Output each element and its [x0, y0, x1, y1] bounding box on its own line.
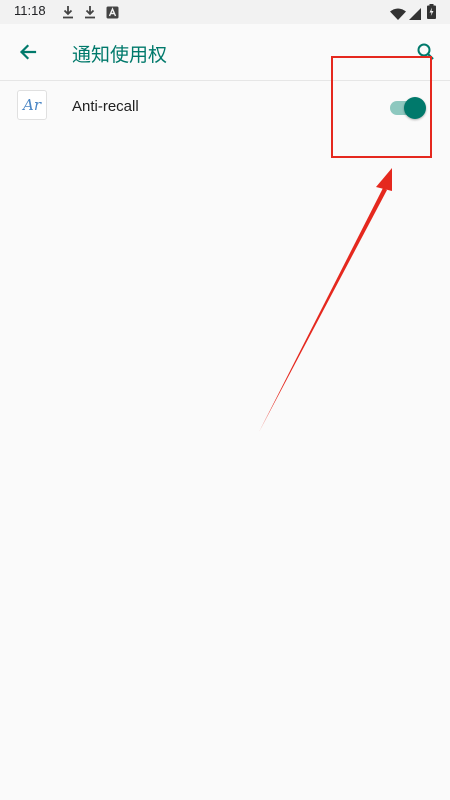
- app-icon-text: Ar: [22, 96, 41, 114]
- download-icon: [62, 4, 74, 23]
- battery-charging-icon: [427, 4, 436, 23]
- status-time: 11:18: [14, 3, 46, 18]
- page-title: 通知使用权: [72, 44, 168, 66]
- app-label: Anti-recall: [72, 98, 139, 115]
- back-button[interactable]: [12, 36, 44, 68]
- wifi-icon: [390, 5, 406, 24]
- status-bar: 11:18: [0, 0, 450, 24]
- app-icon: Ar: [17, 90, 47, 120]
- arrow-back-icon: [19, 44, 37, 60]
- notification-a-icon: [106, 4, 119, 23]
- signal-icon: [409, 5, 421, 24]
- download-icon: [84, 4, 96, 23]
- annotation-highlight-box: [331, 56, 432, 158]
